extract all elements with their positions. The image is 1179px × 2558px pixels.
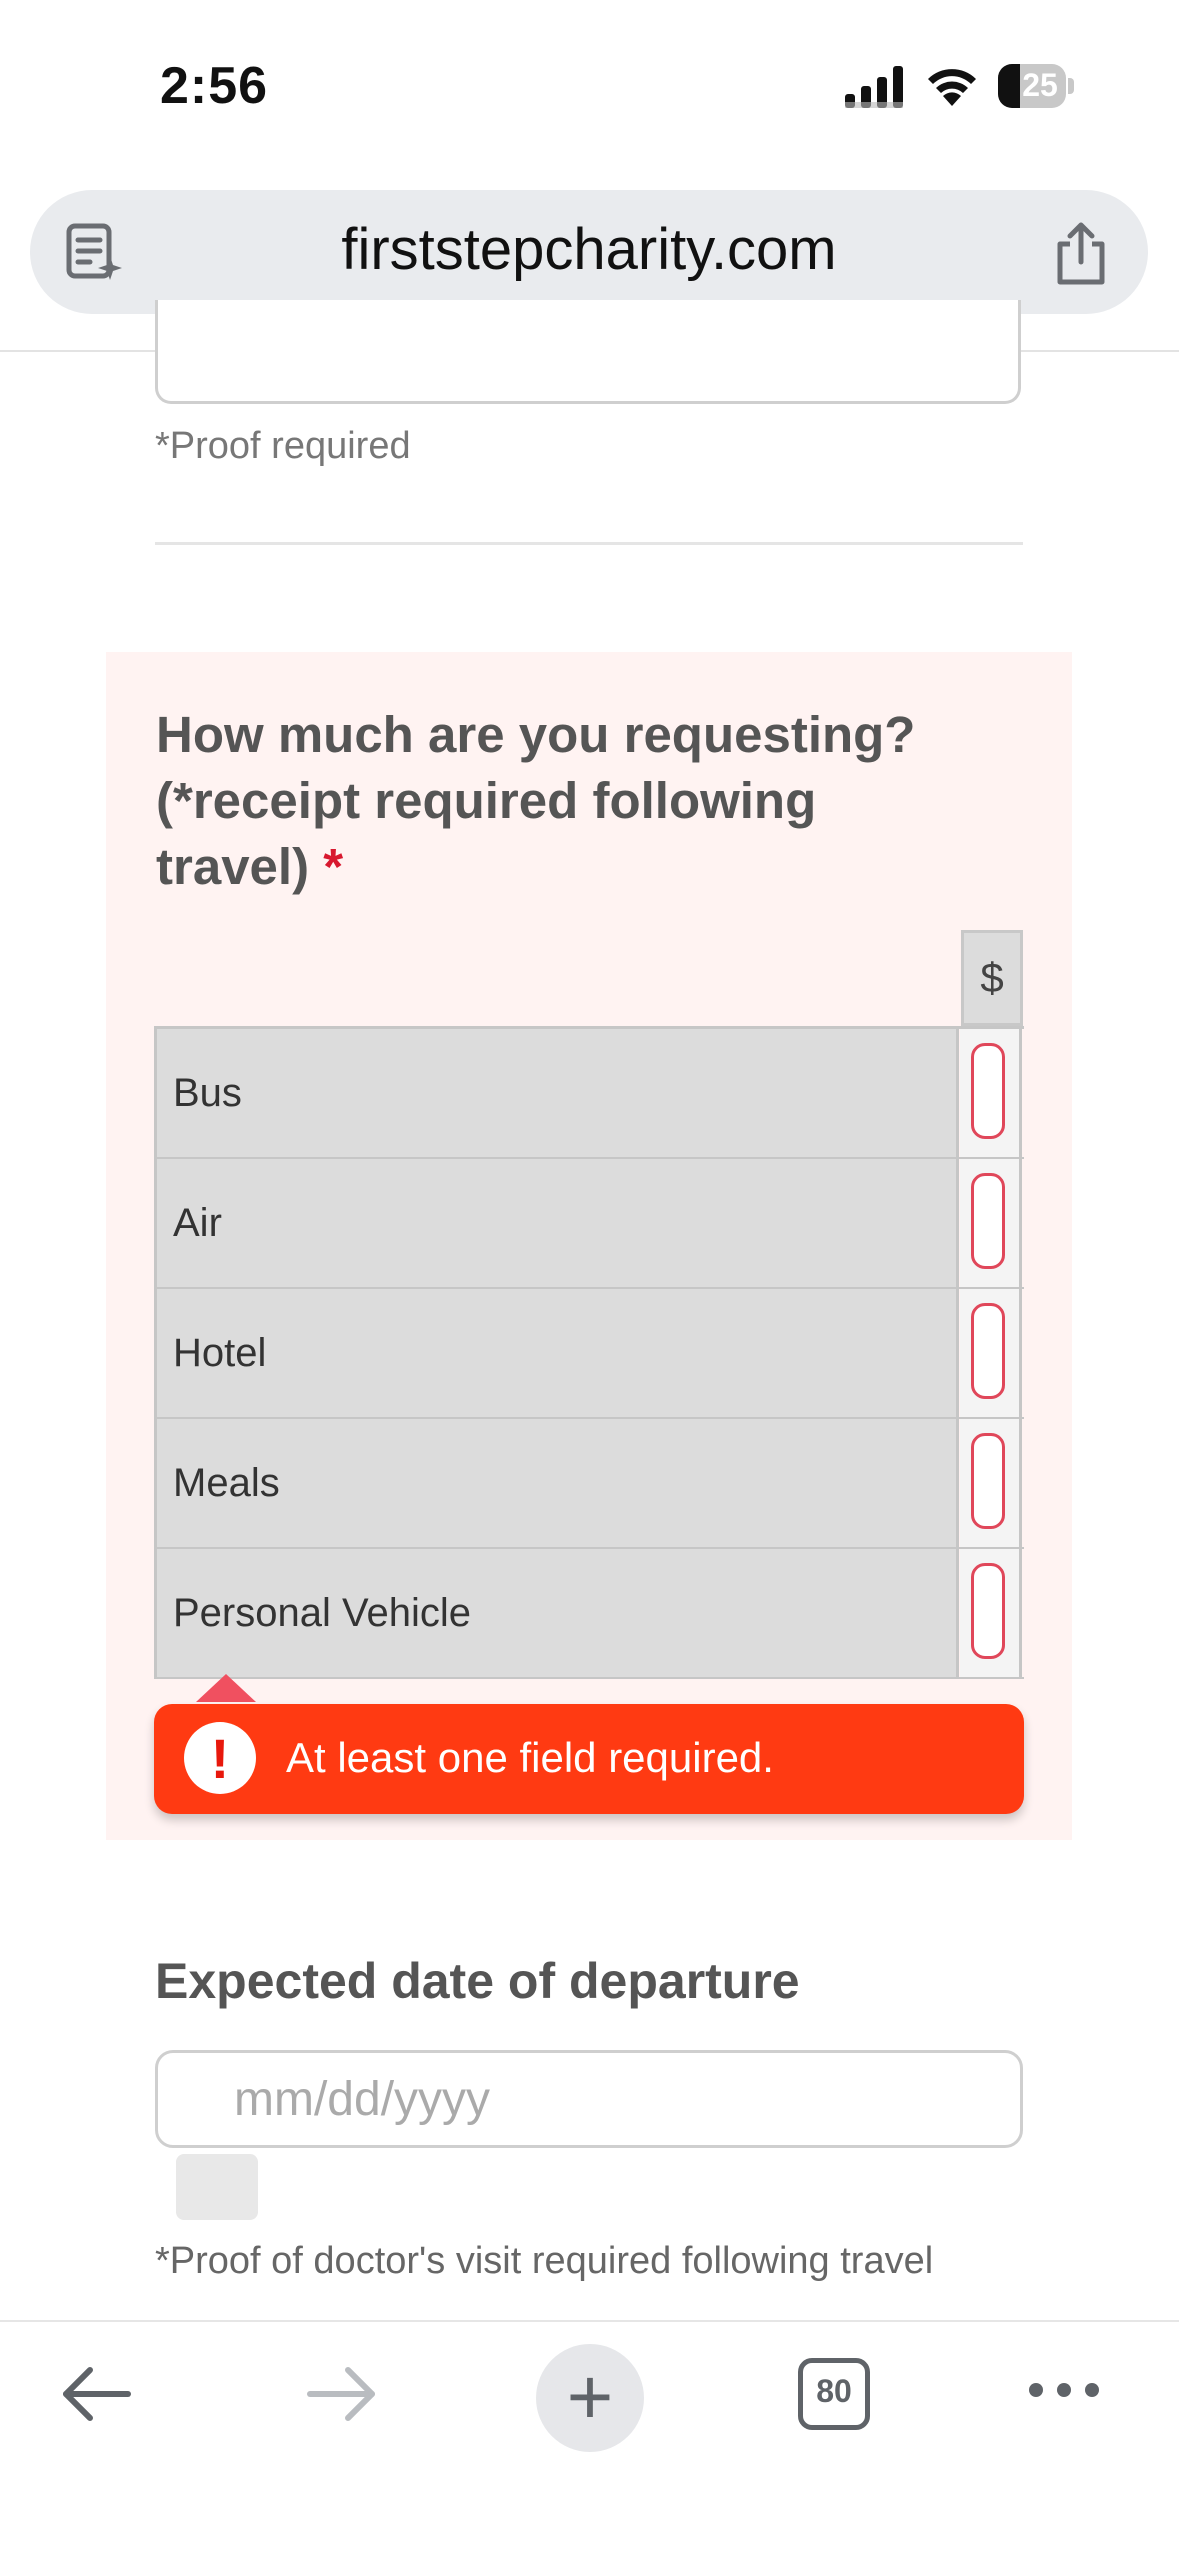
error-tooltip-arrow	[196, 1674, 256, 1702]
expense-grid: Bus Air Hotel Meals Personal Vehicle	[154, 1026, 1024, 1679]
meals-amount-input[interactable]	[971, 1433, 1005, 1529]
cellular-signal-icon	[845, 66, 903, 108]
plus-icon: +	[566, 2352, 614, 2441]
proof-required-note: *Proof required	[155, 425, 411, 467]
row-cell	[960, 1419, 1022, 1547]
battery-level: 25	[1022, 67, 1058, 103]
share-icon[interactable]	[1050, 220, 1112, 286]
row-cell	[960, 1159, 1022, 1287]
request-amount-section: How much are you requesting? (*receipt r…	[106, 652, 1072, 1840]
tab-count: 80	[816, 2373, 852, 2409]
browser-toolbar: + 80	[0, 2320, 1179, 2558]
row-cell	[960, 1029, 1022, 1157]
previous-text-field[interactable]	[155, 300, 1021, 404]
departure-date-label: Expected date of departure	[155, 1953, 800, 2009]
departure-date-input[interactable]	[155, 2050, 1023, 2148]
calendar-picker-button[interactable]	[176, 2154, 258, 2220]
row-cell	[960, 1289, 1022, 1417]
row-cell	[960, 1549, 1022, 1677]
question-text: How much are you requesting? (*receipt r…	[156, 706, 916, 895]
status-time: 2:56	[160, 57, 269, 115]
error-message-box: ! At least one field required.	[154, 1704, 1024, 1814]
status-bar: 2:56 25	[0, 0, 1179, 170]
battery-icon: 25	[998, 64, 1074, 108]
row-label-personal-vehicle: Personal Vehicle	[154, 1549, 959, 1677]
doctor-visit-note: *Proof of doctor's visit required follow…	[155, 2240, 934, 2282]
url-text[interactable]: firststepcharity.com	[180, 216, 998, 283]
back-arrow-icon[interactable]	[60, 2364, 132, 2424]
grid-row: Air	[154, 1159, 1024, 1289]
alert-icon: !	[184, 1722, 256, 1794]
wifi-icon	[928, 69, 976, 106]
error-message-text: At least one field required.	[286, 1734, 774, 1781]
forward-arrow-icon[interactable]	[306, 2364, 378, 2424]
reader-mode-icon[interactable]	[64, 222, 126, 284]
row-label-meals: Meals	[154, 1419, 959, 1547]
grid-row: Meals	[154, 1419, 1024, 1549]
grid-row: Personal Vehicle	[154, 1549, 1024, 1679]
amount-column-header: $	[961, 930, 1023, 1026]
grid-row: Bus	[154, 1026, 1024, 1159]
address-bar[interactable]: firststepcharity.com	[30, 190, 1148, 314]
air-amount-input[interactable]	[971, 1173, 1005, 1269]
more-options-icon[interactable]	[1024, 2370, 1104, 2410]
row-label-bus: Bus	[154, 1029, 959, 1157]
row-label-air: Air	[154, 1159, 959, 1287]
hotel-amount-input[interactable]	[971, 1303, 1005, 1399]
bus-amount-input[interactable]	[971, 1043, 1005, 1139]
tab-switcher-button[interactable]: 80	[798, 2358, 870, 2430]
row-label-hotel: Hotel	[154, 1289, 959, 1417]
personal-vehicle-amount-input[interactable]	[971, 1563, 1005, 1659]
grid-row: Hotel	[154, 1289, 1024, 1419]
request-amount-question: How much are you requesting? (*receipt r…	[156, 702, 976, 900]
new-tab-button[interactable]: +	[536, 2344, 644, 2452]
section-divider	[155, 542, 1023, 545]
required-marker: *	[323, 838, 344, 895]
